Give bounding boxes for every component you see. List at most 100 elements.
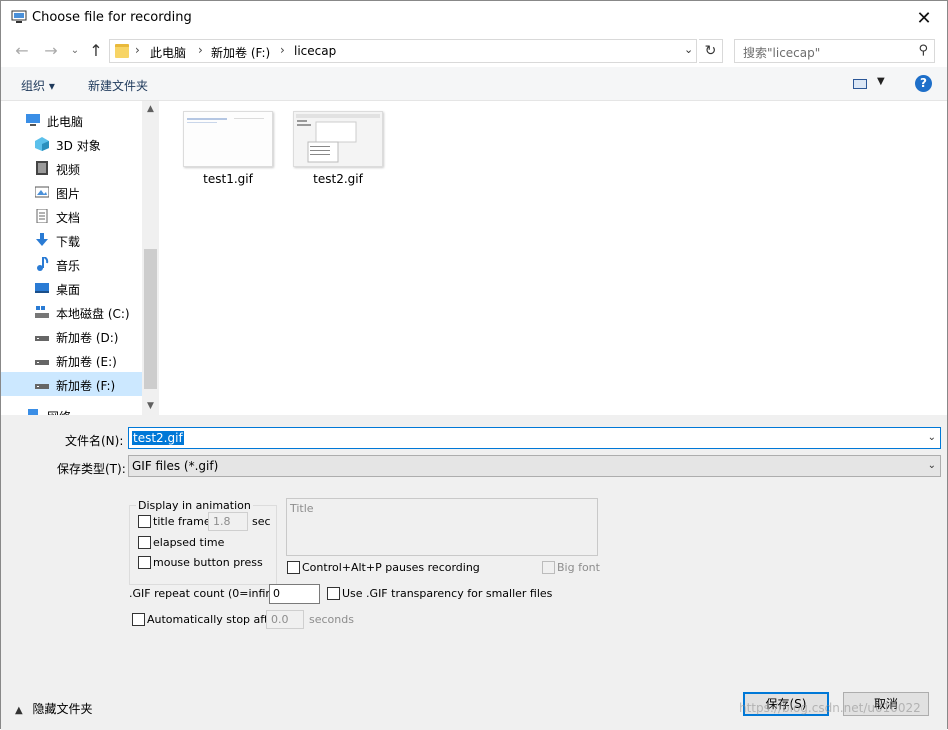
scroll-down-icon[interactable]: ▼ <box>142 398 159 415</box>
new-folder-button[interactable]: 新建文件夹 <box>88 77 148 94</box>
elapsed-time-label: elapsed time <box>153 536 225 549</box>
sidebar-item-drive-c[interactable]: 本地磁盘 (C:) <box>1 300 142 324</box>
sidebar-item-label: 新加卷 (D:) <box>56 331 119 345</box>
big-font-checkbox[interactable] <box>542 561 555 574</box>
breadcrumb-this-pc[interactable]: 此电脑 <box>150 44 186 61</box>
sidebar-item-music[interactable]: 音乐 <box>1 252 142 276</box>
sidebar-item-desktop[interactable]: 桌面 <box>1 276 142 300</box>
window-title: Choose file for recording <box>32 10 192 25</box>
filetype-select[interactable]: GIF files (*.gif) ⌄ <box>128 455 941 477</box>
file-item[interactable]: test2.gif <box>292 109 384 193</box>
refresh-button[interactable]: ↻ <box>699 39 723 63</box>
pause-shortcut-label: Control+Alt+P pauses recording <box>302 561 480 574</box>
filename-input[interactable]: test2.gif ⌄ <box>128 427 941 449</box>
sidebar-item-label: 3D 对象 <box>56 139 101 153</box>
sidebar-item-label: 文档 <box>56 211 81 225</box>
breadcrumb-licecap[interactable]: licecap <box>294 44 336 58</box>
sidebar-item-label: 下载 <box>56 235 81 249</box>
pause-shortcut-checkbox[interactable] <box>287 561 300 574</box>
file-list[interactable]: test1.gif test2.gif <box>159 101 947 415</box>
thumbnail-preview-icon <box>184 112 272 166</box>
auto-stop-label: Automatically stop after <box>147 613 280 626</box>
hide-folders-button[interactable]: ▲ 隐藏文件夹 <box>15 700 93 717</box>
sidebar-scrollbar[interactable]: ▲ ▼ <box>142 101 159 415</box>
chevron-down-icon[interactable]: ⌄ <box>928 432 936 443</box>
hide-folders-label: 隐藏文件夹 <box>32 702 93 716</box>
breadcrumb-drive-f[interactable]: 新加卷 (F:) <box>211 44 270 61</box>
breadcrumb-separator-icon: › <box>280 43 285 57</box>
sidebar-item-label: 桌面 <box>56 283 81 297</box>
close-icon: ✕ <box>916 7 932 29</box>
title-frame-label: title frame: <box>153 515 215 528</box>
3d-objects-icon <box>35 137 49 151</box>
sidebar-item-downloads[interactable]: 下载 <box>1 228 142 252</box>
back-arrow-icon: ← <box>15 41 29 60</box>
address-bar[interactable]: › 此电脑 › 新加卷 (F:) › licecap ⌄ <box>109 39 697 63</box>
sidebar-item-label: 本地磁盘 (C:) <box>56 307 130 321</box>
up-arrow-icon: ↑ <box>89 41 103 60</box>
back-button[interactable]: ← <box>12 41 32 61</box>
file-name: test1.gif <box>203 172 253 186</box>
filename-label: 文件名(N): <box>65 434 124 448</box>
filetype-value: GIF files (*.gif) <box>132 459 219 473</box>
forward-button[interactable]: → <box>41 41 61 61</box>
search-input[interactable]: 搜索"licecap" ⚲ <box>734 39 935 63</box>
sidebar-item-label: 新加卷 (E:) <box>56 355 117 369</box>
scrollbar-thumb[interactable] <box>144 249 157 389</box>
group-title: Display in animation <box>136 499 253 512</box>
auto-stop-checkbox[interactable] <box>132 613 145 626</box>
sidebar-item-video[interactable]: 视频 <box>1 156 142 180</box>
download-icon <box>36 233 48 246</box>
filetype-label: 保存类型(T): <box>57 462 126 476</box>
drive-icon <box>35 384 49 389</box>
save-options-panel: 文件名(N): test2.gif ⌄ 保存类型(T): GIF files (… <box>1 415 947 730</box>
gif-thumbnail <box>183 111 273 167</box>
filename-value: test2.gif <box>132 431 184 445</box>
title-frame-checkbox[interactable] <box>138 515 151 528</box>
sidebar-item-label: 图片 <box>56 187 81 201</box>
gif-transparency-checkbox[interactable] <box>327 587 340 600</box>
file-dialog-window: Choose file for recording ✕ ← → ⌄ ↑ › 此电… <box>0 0 948 730</box>
sidebar-item-label: 视频 <box>56 163 81 177</box>
view-options-icon[interactable] <box>853 79 867 89</box>
organize-button[interactable]: 组织 ▾ <box>21 77 55 94</box>
search-placeholder: 搜索"licecap" <box>743 46 821 60</box>
repeat-count-input[interactable]: 0 <box>269 584 320 604</box>
sidebar-item-pictures[interactable]: 图片 <box>1 180 142 204</box>
chevron-down-icon: ⌄ <box>70 45 80 56</box>
view-dropdown-icon[interactable]: ▼ <box>877 76 885 87</box>
file-item[interactable]: test1.gif <box>182 109 274 193</box>
up-button[interactable]: ↑ <box>86 41 106 61</box>
chevron-up-icon: ▲ <box>15 705 23 716</box>
close-button[interactable]: ✕ <box>901 1 947 35</box>
chevron-down-icon: ⌄ <box>927 460 936 471</box>
music-icon <box>37 257 49 271</box>
sidebar-item-drive-d[interactable]: 新加卷 (D:) <box>1 324 142 348</box>
sidebar-item-documents[interactable]: 文档 <box>1 204 142 228</box>
drive-c-icon <box>35 306 49 318</box>
recent-locations-button[interactable]: ⌄ <box>65 41 85 61</box>
sidebar-item-drive-f[interactable]: 新加卷 (F:) <box>1 372 142 396</box>
computer-icon <box>26 114 40 126</box>
title-text-field[interactable]: Title <box>286 498 598 556</box>
address-dropdown-icon[interactable]: ⌄ <box>684 43 693 56</box>
sidebar-item-3d-objects[interactable]: 3D 对象 <box>1 132 142 156</box>
command-toolbar: 组织 ▾ 新建文件夹 ▼ ? <box>1 67 947 101</box>
mouse-button-press-label: mouse button press <box>153 556 263 569</box>
breadcrumb-separator-icon: › <box>135 43 140 57</box>
scroll-up-icon[interactable]: ▲ <box>142 101 159 118</box>
sidebar-item-drive-e[interactable]: 新加卷 (E:) <box>1 348 142 372</box>
navigation-pane: 此电脑 3D 对象 视频 图片 文档 下载 音乐 桌面 本地磁盘 (C:) 新加… <box>1 101 159 415</box>
auto-stop-seconds-input[interactable]: 0.0 <box>266 610 304 629</box>
seconds-label: seconds <box>309 613 354 626</box>
sidebar-item-network[interactable]: 网络 <box>1 403 142 415</box>
mouse-button-press-checkbox[interactable] <box>138 556 151 569</box>
title-bar: Choose file for recording ✕ <box>1 1 947 35</box>
title-frame-seconds-input[interactable]: 1.8 <box>208 512 248 531</box>
folder-icon <box>115 44 129 58</box>
elapsed-time-checkbox[interactable] <box>138 536 151 549</box>
search-icon: ⚲ <box>918 43 928 58</box>
help-icon[interactable]: ? <box>915 75 932 92</box>
file-name: test2.gif <box>313 172 363 186</box>
sidebar-item-this-pc[interactable]: 此电脑 <box>1 108 142 132</box>
